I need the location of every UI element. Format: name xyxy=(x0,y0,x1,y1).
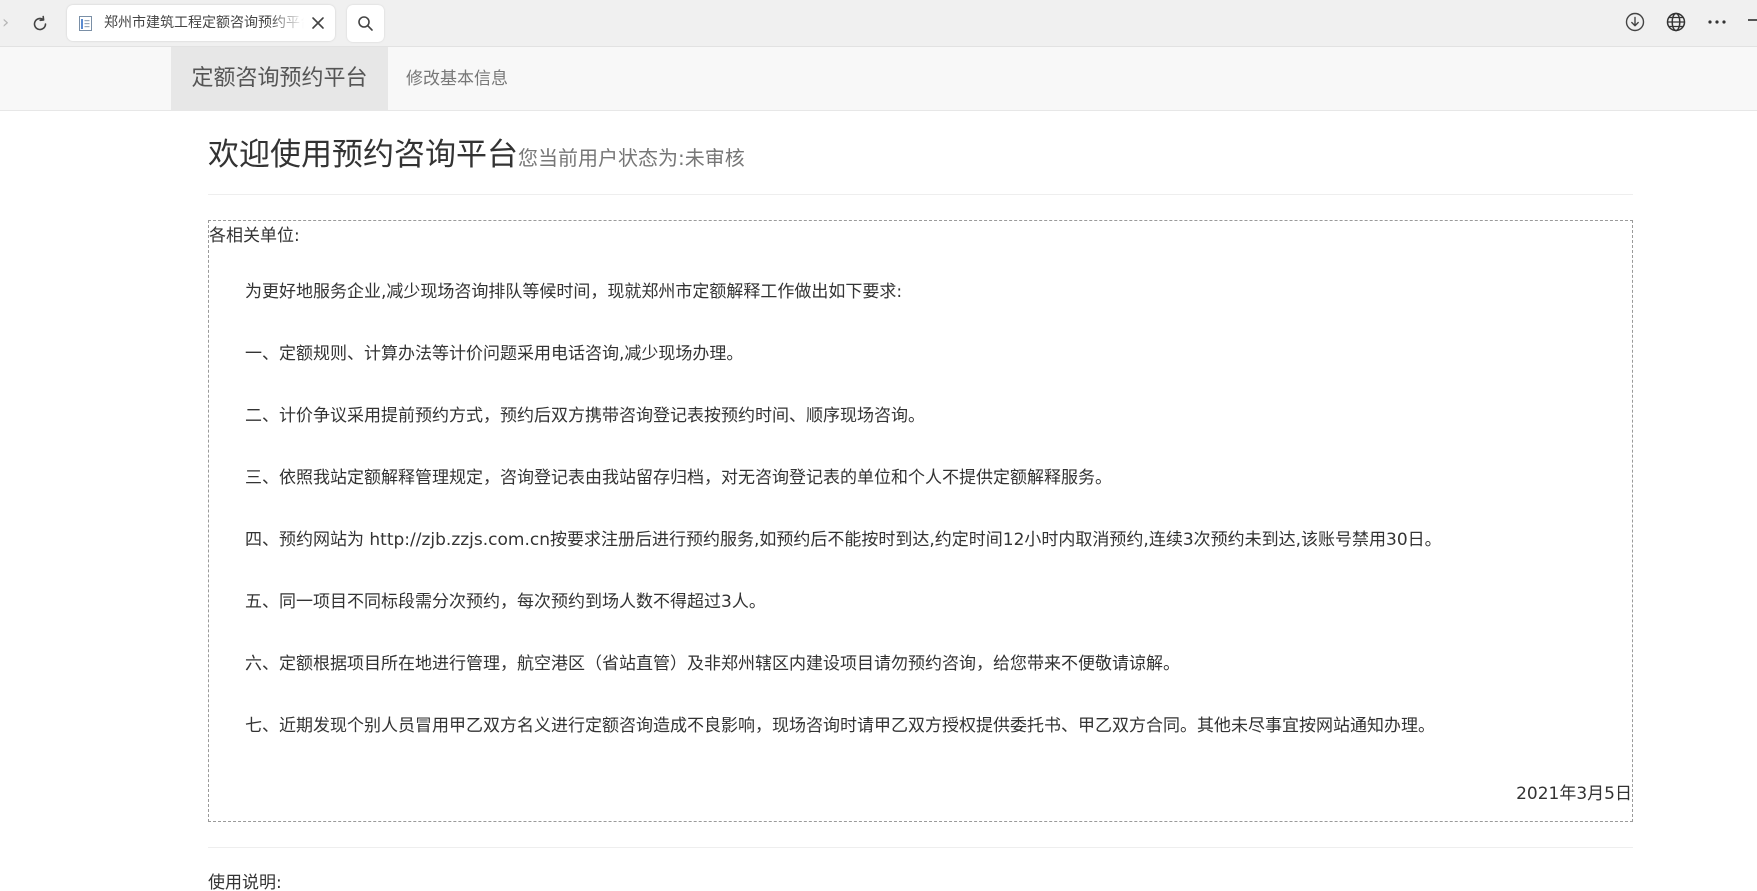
notice-item: 七、近期发现个别人员冒用甲乙双方名义进行定额咨询造成不良影响，现场咨询时请甲乙双… xyxy=(245,716,1435,736)
site-brand[interactable]: 定额咨询预约平台 xyxy=(171,47,388,111)
notice-item: 四、预约网站为 http://zjb.zzjs.com.cn按要求注册后进行预约… xyxy=(245,530,1442,550)
user-status-value: 未审核 xyxy=(684,146,745,170)
notice-box: 各相关单位: 为更好地服务企业,减少现场咨询排队等候时间，现就郑州市定额解释工作… xyxy=(208,220,1633,822)
divider xyxy=(208,194,1633,195)
notice-intro: 为更好地服务企业,减少现场咨询排队等候时间，现就郑州市定额解释工作做出如下要求: xyxy=(245,282,903,302)
browser-tab[interactable]: 郑州市建筑工程定额咨询预约平台 xyxy=(67,5,335,41)
close-icon[interactable] xyxy=(308,13,328,33)
search-button[interactable] xyxy=(347,5,384,42)
notice-item: 五、同一项目不同标段需分次预约，每次预约到场人数不得超过3人。 xyxy=(245,592,766,612)
notice-item: 三、依照我站定额解释管理规定，咨询登记表由我站留存归档，对无咨询登记表的单位和个… xyxy=(245,468,1112,488)
usage-instructions-heading: 使用说明: xyxy=(208,873,282,891)
nav-edit-basic-info[interactable]: 修改基本信息 xyxy=(406,47,508,111)
page-title: 欢迎使用预约咨询平台您当前用户状态为:未审核 xyxy=(208,130,745,180)
divider xyxy=(208,847,1633,848)
notice-item: 二、计价争议采用提前预约方式，预约后双方携带咨询登记表按预约时间、顺序现场咨询。 xyxy=(245,406,925,426)
minimize-icon[interactable] xyxy=(1748,19,1757,21)
tab-title: 郑州市建筑工程定额咨询预约平台 xyxy=(104,15,304,31)
forward-icon[interactable]: › xyxy=(2,12,16,34)
download-icon[interactable] xyxy=(1623,10,1647,34)
more-options-icon[interactable] xyxy=(1705,10,1729,34)
browser-toolbar: › 郑州市建筑工程定额咨询预约平台 xyxy=(0,0,1757,47)
notice-item: 一、定额规则、计算办法等计价问题采用电话咨询,减少现场办理。 xyxy=(245,344,744,364)
user-status-label: 您当前用户状态为: xyxy=(518,146,685,170)
page-favicon-icon xyxy=(78,15,95,32)
page-title-main: 欢迎使用预约咨询平台 xyxy=(208,137,518,173)
notice-date: 2021年3月5日 xyxy=(1516,784,1632,804)
search-icon xyxy=(358,16,373,31)
globe-icon[interactable] xyxy=(1664,10,1688,34)
site-navbar: 定额咨询预约平台 修改基本信息 xyxy=(0,47,1757,111)
reload-icon[interactable] xyxy=(28,12,52,36)
notice-item: 六、定额根据项目所在地进行管理，航空港区（省站直管）及非郑州辖区内建设项目请勿预… xyxy=(245,654,1180,674)
notice-addressee: 各相关单位: xyxy=(209,226,300,246)
